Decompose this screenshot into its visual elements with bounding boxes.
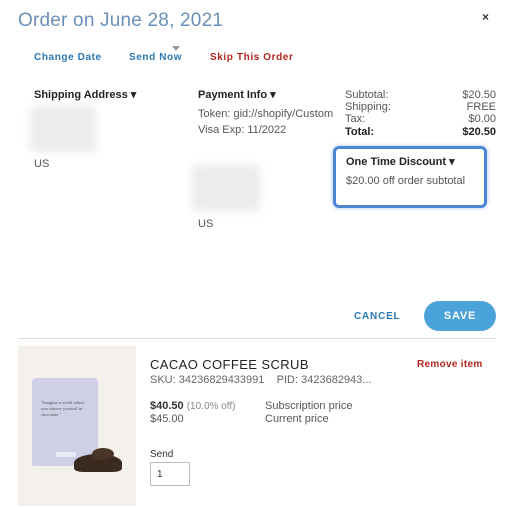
pid-value: 3423682943... — [301, 374, 372, 386]
summary-label: Shipping: — [345, 101, 391, 113]
coffee-grounds-top — [92, 448, 114, 460]
one-time-discount-box[interactable]: One Time Discount ▾ $20.00 off order sub… — [333, 146, 487, 208]
sku-value: 34236829433991 — [178, 374, 265, 386]
shipping-country: US — [34, 158, 50, 170]
change-date-button[interactable]: Change Date — [34, 52, 102, 63]
summary-shipping: Shipping: FREE — [345, 101, 496, 113]
summary-value: $20.50 — [462, 126, 496, 138]
send-label: Send — [150, 449, 174, 460]
summary-value: FREE — [466, 101, 496, 113]
send-now-button[interactable]: Send Now — [129, 52, 182, 63]
payment-country: US — [198, 218, 214, 230]
order-title: Order on June 28, 2021 — [18, 10, 224, 31]
summary-value: $0.00 — [468, 113, 496, 125]
product-pouch: "Imagine a world where you shower yourse… — [32, 378, 98, 466]
close-icon[interactable]: × — [482, 10, 489, 24]
summary-tax: Tax: $0.00 — [345, 113, 496, 125]
tooltip-caret-icon — [172, 46, 180, 51]
summary-total: Total: $20.50 — [345, 126, 496, 138]
current-price-value: $45.00 — [150, 413, 184, 425]
quantity-input[interactable] — [150, 462, 190, 486]
subscription-price: $40.50 (10.0% off) — [150, 400, 235, 412]
remove-item-button[interactable]: Remove item — [417, 359, 483, 370]
summary-subtotal: Subtotal: $20.50 — [345, 89, 496, 101]
package-label — [56, 452, 76, 457]
save-button[interactable]: SAVE — [424, 301, 496, 331]
current-price-label: Current price — [265, 413, 329, 425]
shipping-address-dropdown[interactable]: Shipping Address ▾ — [34, 88, 136, 101]
sku-label: SKU: — [150, 374, 176, 386]
payment-token: Token: gid://shopify/Custom — [198, 108, 334, 120]
pid-label: PID: — [276, 374, 299, 386]
payment-visa-exp: Visa Exp: 11/2022 — [198, 124, 287, 136]
payment-info-dropdown[interactable]: Payment Info ▾ — [198, 88, 276, 101]
discount-dropdown[interactable]: One Time Discount ▾ — [346, 155, 455, 168]
product-identifiers: SKU: 34236829433991 PID: 3423682943... — [150, 374, 371, 386]
summary-label: Tax: — [345, 113, 366, 125]
subscription-price-label: Subscription price — [265, 400, 353, 412]
discount-percent: (10.0% off) — [186, 401, 236, 412]
billing-address-redacted — [192, 165, 260, 211]
cancel-button[interactable]: CANCEL — [354, 311, 400, 322]
summary-label: Total: — [345, 126, 375, 138]
skip-order-button[interactable]: Skip This Order — [210, 52, 293, 63]
product-name: CACAO COFFEE SCRUB — [150, 357, 309, 372]
package-quote: "Imagine a world where you shower yourse… — [41, 400, 85, 417]
discount-value: $20.00 off order subtotal — [346, 175, 466, 187]
divider — [18, 338, 496, 339]
summary-value: $20.50 — [462, 89, 496, 101]
subscription-price-value: $40.50 — [150, 400, 184, 412]
product-image: "Imagine a world where you shower yourse… — [18, 346, 136, 506]
shipping-address-redacted — [30, 106, 96, 152]
summary-label: Subtotal: — [345, 89, 389, 101]
